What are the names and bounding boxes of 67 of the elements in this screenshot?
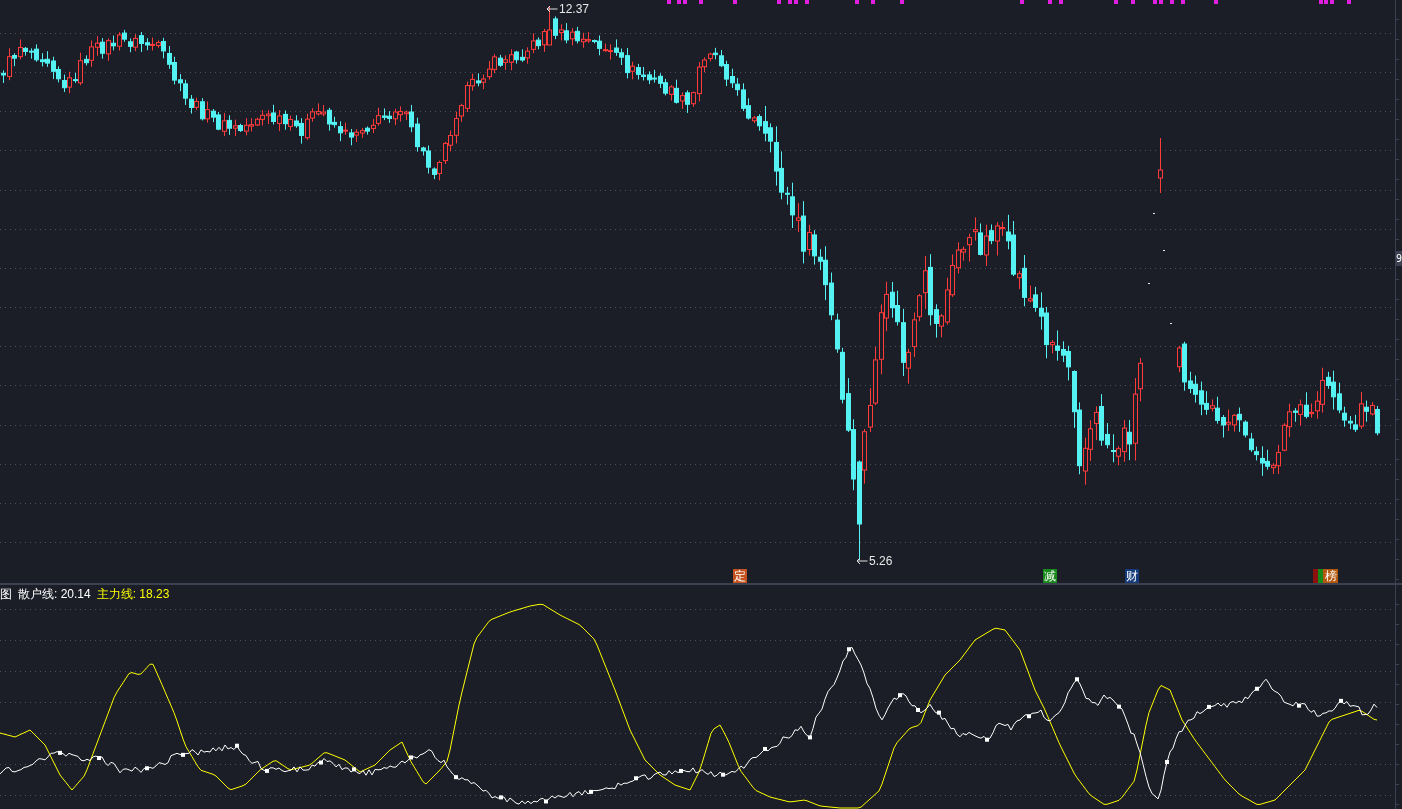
high-price-label: 12.37 xyxy=(559,2,590,16)
event-badge: 榜 xyxy=(1323,569,1338,583)
square-marker-icon xyxy=(1297,703,1301,708)
square-marker-icon xyxy=(808,735,812,740)
signal-marker-icon xyxy=(1214,0,1218,4)
indicator-legend-label: 主力线: 18.23 xyxy=(96,587,170,602)
square-marker-icon xyxy=(454,775,458,780)
event-badge: 定 xyxy=(733,569,747,583)
square-marker-icon xyxy=(352,767,356,772)
square-marker-icon xyxy=(1027,714,1031,719)
square-marker-icon xyxy=(1117,704,1121,709)
signal-marker-icon xyxy=(777,0,781,4)
square-marker-icon xyxy=(721,772,725,777)
signal-marker-icon xyxy=(855,0,859,4)
square-marker-icon xyxy=(634,776,638,781)
square-marker-icon xyxy=(145,766,149,771)
square-marker-icon xyxy=(985,737,989,742)
square-marker-icon xyxy=(97,756,101,760)
square-marker-icon xyxy=(265,768,269,773)
square-marker-icon xyxy=(1075,677,1079,682)
square-marker-icon xyxy=(499,795,503,800)
square-marker-icon xyxy=(937,710,941,715)
signal-marker-icon xyxy=(1020,0,1024,4)
signal-marker-icon xyxy=(794,0,798,4)
square-marker-icon xyxy=(1207,704,1211,709)
low-price-label: 5.26 xyxy=(869,554,893,568)
square-marker-icon xyxy=(409,755,413,760)
indicator-legend-label: 散户线: 20.14 xyxy=(18,587,91,602)
square-marker-icon xyxy=(898,693,902,698)
signal-marker-icon xyxy=(871,0,875,4)
signal-marker-icon xyxy=(1347,0,1351,4)
signal-marker-icon xyxy=(1059,0,1063,4)
square-marker-icon xyxy=(319,760,323,765)
square-marker-icon xyxy=(544,799,548,804)
signal-marker-icon xyxy=(1330,0,1334,4)
signal-marker-icon xyxy=(805,0,809,4)
square-marker-icon xyxy=(181,752,185,757)
price-axis-label: 9 xyxy=(1396,251,1402,266)
square-marker-icon xyxy=(235,743,239,748)
signal-marker-icon xyxy=(667,0,671,4)
event-badge: 财 xyxy=(1125,569,1139,583)
square-marker-icon xyxy=(763,746,767,751)
square-marker-icon xyxy=(589,789,593,794)
signal-marker-icon xyxy=(1159,0,1163,4)
signal-marker-icon xyxy=(733,0,737,4)
signal-marker-icon xyxy=(1170,0,1174,4)
pointer-arrow-icon xyxy=(856,557,868,565)
indicator-title: 图 xyxy=(0,587,12,602)
signal-marker-icon xyxy=(1048,0,1052,4)
signal-marker-icon xyxy=(677,0,681,4)
square-marker-icon xyxy=(1339,698,1343,703)
signal-marker-icon xyxy=(1131,0,1135,4)
pointer-arrow-icon xyxy=(546,5,558,13)
square-marker-icon xyxy=(1255,686,1259,691)
square-marker-icon xyxy=(58,750,62,755)
square-marker-icon xyxy=(916,708,920,712)
signal-marker-icon xyxy=(1181,0,1185,4)
signal-marker-icon xyxy=(699,0,703,4)
square-marker-icon xyxy=(1165,760,1169,765)
signal-marker-icon xyxy=(1114,0,1118,4)
square-marker-icon xyxy=(679,768,683,773)
signal-marker-icon xyxy=(900,0,904,4)
signal-marker-icon xyxy=(788,0,792,4)
square-marker-icon xyxy=(847,647,851,652)
signal-marker-icon xyxy=(1153,0,1157,4)
event-badge: 减 xyxy=(1043,569,1057,583)
signal-marker-icon xyxy=(683,0,687,4)
